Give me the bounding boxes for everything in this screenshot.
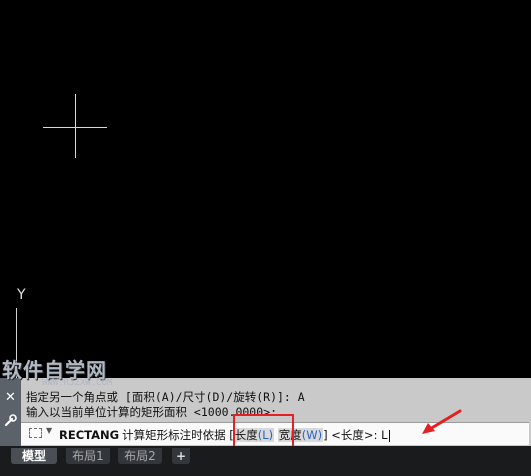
wrench-icon[interactable] [3,413,18,428]
default-option: <长度>: [331,428,378,442]
drawing-canvas[interactable]: Y [0,0,531,378]
typed-value: L [381,428,388,442]
crosshair-cursor-vertical [75,94,76,158]
watermark-logo: 软件自学网 WWW.RJZXW.COM [2,358,113,388]
tab-model[interactable]: 模型 [11,448,57,464]
close-icon[interactable]: ✕ [3,390,18,405]
options-bracket-close: ] [323,428,328,442]
command-prompt-text: 计算矩形标注时依据 [122,428,226,442]
red-arrow-annotation [422,409,462,434]
tab-layout1[interactable]: 布局1 [66,448,110,464]
ucs-y-axis-label: Y [17,287,26,303]
add-layout-button[interactable]: + [172,448,190,464]
tab-layout2[interactable]: 布局2 [118,448,162,464]
command-prompt: RECTANG 计算矩形标注时依据 [长度(L) 宽度(W)] <长度>: L [59,427,390,443]
chevron-down-icon[interactable]: ▼ [46,426,52,435]
text-caret [388,429,390,442]
command-name: RECTANG [59,428,120,442]
layout-tabs-bar: 模型 布局1 布局2 + [0,446,531,476]
command-recent-icon[interactable] [29,428,42,438]
